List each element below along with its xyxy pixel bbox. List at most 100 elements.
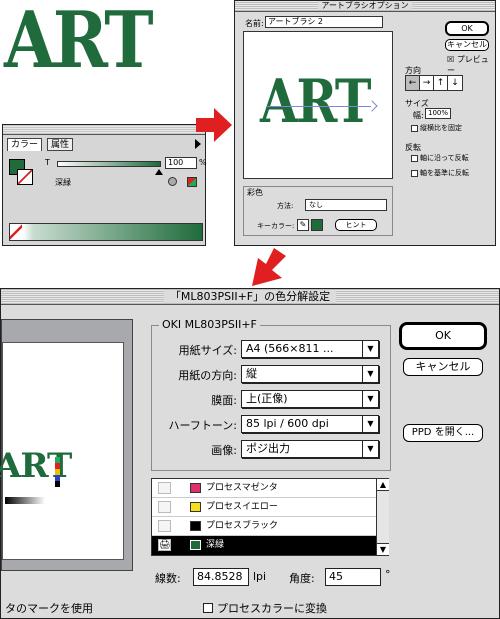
- print-toggle[interactable]: [158, 520, 171, 532]
- ink-row-yellow[interactable]: プロセスイエロー: [152, 498, 376, 517]
- ink-row-deep-green[interactable]: 🖨 深緑: [152, 536, 376, 555]
- image-value: ポジ出力: [246, 442, 290, 455]
- dropdown-arrow-icon: ▼: [362, 366, 378, 382]
- preview-checkbox[interactable]: ☒ プレビュー: [447, 54, 495, 76]
- ink-name: プロセスマゼンタ: [206, 483, 278, 493]
- keep-ratio-label: 縦横比を固定: [420, 124, 462, 132]
- ink-list: プロセスマゼンタ プロセスイエロー プロセスブラック 🖨 深緑 ▲ ▼: [151, 478, 389, 556]
- direction-buttons: ← → ↑ ↓: [405, 75, 463, 91]
- ink-swatch: [190, 502, 201, 512]
- key-color-swatch[interactable]: [311, 219, 323, 231]
- printer-icon[interactable]: 🖨: [158, 539, 171, 551]
- open-ppd-button[interactable]: PPD を開く...: [403, 424, 483, 442]
- spot-color-icon: [168, 177, 177, 186]
- cancel-button[interactable]: キャンセル: [403, 358, 483, 376]
- eyedropper-icon[interactable]: ✎: [297, 219, 309, 231]
- print-toggle[interactable]: [158, 482, 171, 494]
- preview-art: ART: [0, 446, 72, 486]
- width-input[interactable]: 100%: [425, 108, 451, 119]
- dir-left-button[interactable]: ←: [406, 76, 420, 90]
- tint-label: T: [45, 158, 50, 167]
- scroll-up-icon[interactable]: ▲: [377, 479, 389, 491]
- ink-swatch: [190, 483, 201, 493]
- direction-axis: [266, 106, 371, 107]
- tint-slider[interactable]: [57, 161, 161, 167]
- name-label: 名前:: [245, 19, 264, 28]
- brush-preview-canvas: ART: [243, 31, 393, 179]
- halftone-value: 85 lpi / 600 dpi: [246, 417, 329, 430]
- angle-label: 角度:: [289, 572, 315, 585]
- paper-size-select[interactable]: A4 (566×811 ... ▼: [241, 340, 379, 358]
- ink-name: プロセスブラック: [206, 521, 279, 531]
- dropdown-arrow-icon: ▼: [362, 416, 378, 432]
- orientation-label: 用紙の方向:: [178, 369, 237, 382]
- keep-ratio-checkbox[interactable]: 縦横比を固定: [411, 123, 462, 133]
- hint-button[interactable]: ヒント: [335, 219, 377, 231]
- gray-bar: [5, 497, 45, 504]
- dropdown-arrow-icon: ▼: [362, 441, 378, 457]
- method-select[interactable]: なし: [305, 199, 387, 211]
- paper-size-value: A4 (566×811 ...: [246, 342, 334, 355]
- method-value: なし: [309, 201, 323, 209]
- ink-row-magenta[interactable]: プロセスマゼンタ: [152, 479, 376, 498]
- emulsion-value: 上(正像): [246, 392, 288, 405]
- art-brush-options-dialog: アートブラシオプション 名前: アートブラシ 2 OK キャンセル ☒ プレビュ…: [234, 0, 496, 246]
- ink-name: 深緑: [206, 540, 225, 550]
- ink-swatch: [190, 540, 201, 550]
- use-marks-option[interactable]: タのマークを使用: [5, 600, 93, 616]
- palette-titlebar[interactable]: [3, 125, 205, 135]
- angle-input[interactable]: 45: [325, 568, 381, 586]
- flip-across-checkbox[interactable]: 軸を基準に反転: [411, 168, 469, 178]
- ok-button[interactable]: OK: [399, 322, 487, 350]
- cancel-button[interactable]: キャンセル: [445, 39, 489, 51]
- method-label: 方法:: [277, 202, 294, 210]
- ink-list-scrollbar[interactable]: ▲ ▼: [376, 479, 389, 555]
- brush-preview-art: ART: [260, 67, 372, 137]
- printer-name: OKI ML803PSII+F: [159, 318, 260, 331]
- dir-up-button[interactable]: ↑: [434, 76, 448, 90]
- ink-row-black[interactable]: プロセスブラック: [152, 517, 376, 536]
- tab-attributes[interactable]: 属性: [47, 138, 74, 151]
- emulsion-label: 膜面:: [211, 394, 237, 407]
- scroll-down-icon[interactable]: ▼: [377, 543, 389, 555]
- percent-sign: %: [199, 158, 207, 167]
- checkbox-box[interactable]: [203, 603, 213, 613]
- halftone-select[interactable]: 85 lpi / 600 dpi ▼: [241, 415, 379, 433]
- swatch-name: 深緑: [55, 178, 71, 187]
- ok-button[interactable]: OK: [445, 21, 489, 36]
- tint-input[interactable]: 100: [165, 157, 197, 169]
- red-arrow-down-icon: [252, 248, 286, 286]
- emulsion-select[interactable]: 上(正像) ▼: [241, 390, 379, 408]
- frequency-label: 線数:: [155, 572, 181, 585]
- flip-along-checkbox[interactable]: 軸に沿って反転: [411, 153, 469, 163]
- key-color-label: キーカラー:: [257, 222, 295, 230]
- print-toggle[interactable]: [158, 501, 171, 513]
- flip-label: 反転: [405, 143, 421, 152]
- halftone-label: ハーフトーン:: [168, 419, 238, 432]
- flip-across-label: 軸を基準に反転: [420, 169, 469, 177]
- frequency-input[interactable]: 84.8528: [193, 568, 249, 586]
- separation-setup-dialog: 「ML803PSII+F」の色分解設定 ART OKI ML803PSII+F …: [0, 288, 500, 619]
- paper-size-label: 用紙サイズ:: [178, 344, 237, 357]
- tint-slider-thumb[interactable]: [155, 169, 163, 175]
- dialog-titlebar: 「ML803PSII+F」の色分解設定: [1, 289, 499, 305]
- convert-to-process-label: プロセスカラーに変換: [217, 602, 327, 615]
- ink-name: プロセスイエロー: [206, 502, 278, 512]
- color-bar: [55, 457, 60, 487]
- stroke-swatch[interactable]: [17, 169, 33, 185]
- image-select[interactable]: ポジ出力 ▼: [241, 440, 379, 458]
- orientation-select[interactable]: 縦 ▼: [241, 365, 379, 383]
- none-color-icon[interactable]: [10, 224, 22, 240]
- dir-down-button[interactable]: ↓: [448, 76, 462, 90]
- dialog-titlebar: アートブラシオプション: [235, 1, 495, 12]
- separation-preview: ART: [0, 319, 133, 571]
- flip-along-label: 軸に沿って反転: [420, 154, 469, 162]
- tint-ramp[interactable]: [9, 223, 203, 241]
- tab-color[interactable]: カラー: [7, 138, 43, 151]
- red-arrow-right-icon: [196, 108, 232, 142]
- dir-right-button[interactable]: →: [420, 76, 434, 90]
- color-palette: カラー 属性 T 100 % 深緑: [2, 124, 207, 246]
- convert-to-process-checkbox[interactable]: プロセスカラーに変換: [203, 600, 327, 616]
- name-input[interactable]: アートブラシ 2: [265, 16, 383, 28]
- art-sample: ART: [4, 0, 154, 86]
